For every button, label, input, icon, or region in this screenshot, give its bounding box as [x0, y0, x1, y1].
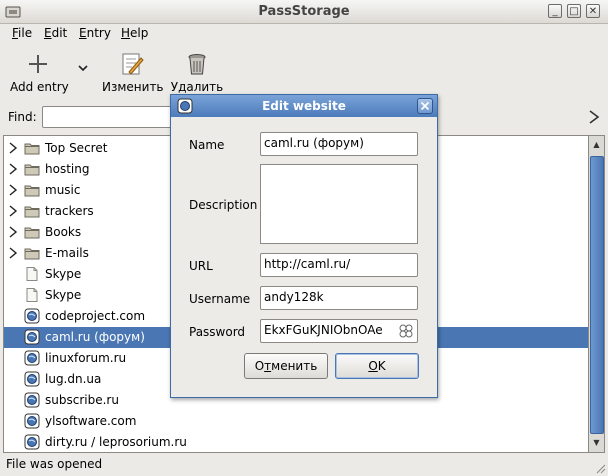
menu-file[interactable]: File [12, 26, 32, 40]
expander-icon[interactable] [8, 142, 18, 154]
document-icon [26, 288, 38, 302]
description-label: Description [189, 198, 258, 212]
dialog-title: Edit website [262, 99, 346, 113]
password-value: EkxFGuKJNIObnOAe [264, 323, 383, 337]
scroll-up-icon[interactable]: ▲ [589, 137, 604, 153]
close-icon [420, 101, 430, 111]
trash-icon [188, 54, 206, 75]
find-input[interactable] [42, 106, 182, 128]
folder-icon [24, 248, 40, 260]
expander-icon[interactable] [8, 184, 18, 196]
expander-icon[interactable] [8, 205, 18, 217]
password-label: Password [189, 325, 246, 339]
resize-grip-icon[interactable] [594, 462, 606, 474]
menubar: File Edit Entry Help [0, 24, 608, 44]
edit-label: Изменить [102, 80, 164, 94]
add-entry-button[interactable]: Add entry [10, 50, 69, 94]
document-icon [26, 267, 38, 281]
globe-icon [24, 308, 40, 324]
tree-row-label: music [45, 183, 81, 197]
delete-button[interactable]: Удалить [170, 50, 224, 94]
name-label: Name [189, 138, 225, 152]
tree-row-label: subscribe.ru [45, 393, 119, 407]
delete-label: Удалить [170, 80, 224, 94]
ok-button[interactable]: OK [335, 353, 419, 379]
globe-icon [24, 413, 40, 429]
dialog-close-button[interactable] [417, 98, 433, 114]
tree-row-label: codeproject.com [45, 309, 146, 323]
menu-edit[interactable]: Edit [44, 26, 67, 40]
globe-icon [24, 329, 40, 345]
tree-row-label: hosting [45, 162, 90, 176]
arrow-right-icon[interactable] [586, 108, 602, 126]
globe-icon [24, 434, 40, 450]
close-button[interactable]: ✕ [586, 4, 600, 18]
maximize-button[interactable]: □ [567, 4, 581, 18]
add-entry-label: Add entry [10, 80, 69, 94]
status-bar: File was opened [0, 454, 608, 476]
folder-icon [24, 164, 40, 176]
tree-row-label: Top Secret [45, 141, 108, 155]
globe-icon [24, 350, 40, 366]
folder-icon [24, 227, 40, 239]
globe-icon [24, 392, 40, 408]
status-text: File was opened [6, 457, 103, 471]
expander-icon[interactable] [8, 163, 18, 175]
find-label: Find: [8, 110, 37, 124]
tree-row-label: linuxforum.ru [45, 351, 127, 365]
scroll-down-icon[interactable]: ▼ [589, 435, 604, 451]
dialog-titlebar: Edit website [171, 95, 437, 117]
tree-scrollbar[interactable]: ▲ ▼ [589, 135, 605, 453]
minimize-button[interactable]: _ [548, 4, 562, 18]
menu-entry[interactable]: Entry [79, 26, 111, 40]
generate-password-icon[interactable] [398, 323, 414, 339]
url-label: URL [189, 259, 213, 273]
tree-row-label: ylsoftware.com [45, 414, 137, 428]
expander-icon[interactable] [8, 226, 18, 238]
window-title: PassStorage [258, 4, 350, 19]
username-field[interactable]: andy128k [260, 286, 418, 310]
cancel-button[interactable]: Отменить [244, 353, 328, 379]
url-field[interactable]: http://caml.ru/ [260, 253, 418, 277]
window-titlebar: PassStorage _ □ ✕ [0, 0, 608, 24]
add-entry-menu-button[interactable] [74, 62, 92, 76]
expander-icon[interactable] [8, 247, 18, 259]
globe-icon [24, 371, 40, 387]
toolbar: Add entry Изменить Удалить [0, 46, 608, 98]
username-label: Username [189, 292, 251, 306]
tree-row-label: Skype [45, 267, 82, 281]
tree-row-label: Skype [45, 288, 82, 302]
tree-row-label: lug.dn.ua [45, 372, 102, 386]
tree-row[interactable]: dirty.ru / leprosorium.ru [4, 432, 588, 452]
scrollbar-thumb[interactable] [590, 156, 604, 434]
folder-icon [24, 206, 40, 218]
edit-button[interactable]: Изменить [102, 50, 164, 94]
tree-row-label: Books [45, 225, 82, 239]
plus-icon [29, 55, 47, 73]
menu-help[interactable]: Help [121, 26, 148, 40]
tree-row-label: caml.ru (форум) [45, 330, 145, 344]
folder-icon [24, 143, 40, 155]
tree-row[interactable]: ylsoftware.com [4, 411, 588, 432]
password-field[interactable]: EkxFGuKJNIObnOAe [260, 319, 418, 343]
edit-website-dialog: Edit website Name caml.ru (форум) Descri… [170, 94, 438, 398]
folder-icon [24, 185, 40, 197]
tree-row-label: trackers [45, 204, 94, 218]
tree-row-label: E-mails [45, 246, 89, 260]
description-field[interactable] [260, 164, 418, 244]
name-field[interactable]: caml.ru (форум) [260, 132, 418, 156]
tree-row-label: dirty.ru / leprosorium.ru [45, 435, 187, 449]
edit-document-icon [122, 53, 144, 75]
chevron-down-icon [78, 65, 88, 72]
